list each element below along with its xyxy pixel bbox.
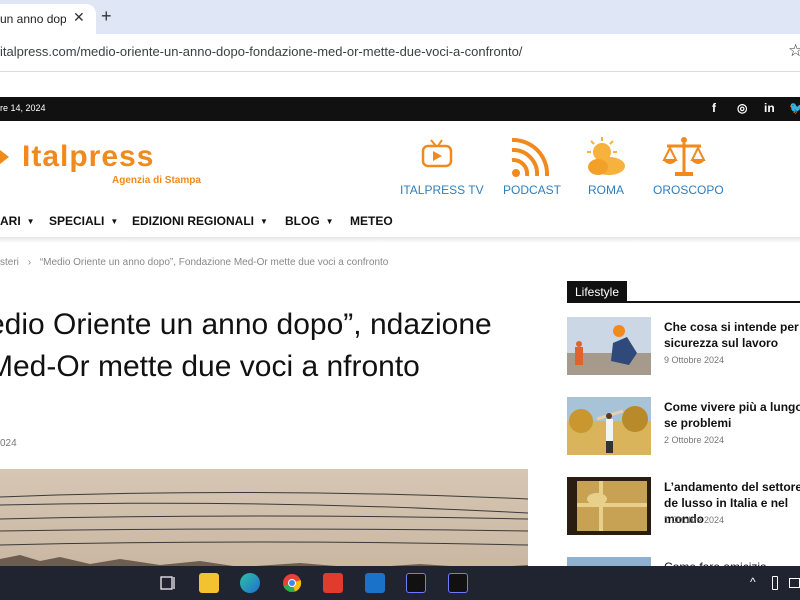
sidebar-item-title[interactable]: Che cosa si intende per sicurezza sul la… xyxy=(664,319,800,351)
header-link-oroscopo[interactable]: OROSCOPO xyxy=(653,183,724,197)
article-thumbnail[interactable] xyxy=(567,397,651,455)
close-icon[interactable]: ✕ xyxy=(73,9,85,26)
app-icon[interactable] xyxy=(323,573,343,593)
nav-item-label: EDIZIONI REGIONALI xyxy=(132,214,255,228)
nav-item-speciali[interactable]: SPECIALI ▼ xyxy=(49,214,118,228)
header-link-podcast[interactable]: PODCAST xyxy=(503,183,561,197)
browser-tab-bar: un anno dopo ✕ + xyxy=(0,0,800,34)
sidebar-item-date: 2 Ottobre 2024 xyxy=(664,435,725,445)
linkedin-icon[interactable]: in xyxy=(764,101,775,115)
url-text[interactable]: italpress.com/medio-oriente-un-anno-dopo… xyxy=(0,44,522,59)
sidebar-heading-label[interactable]: Lifestyle xyxy=(567,281,628,303)
article-title: edio Oriente un anno dopo”, ndazione Med… xyxy=(0,308,492,383)
app-icon[interactable] xyxy=(448,573,468,593)
bookmark-star-icon[interactable]: ☆ xyxy=(788,41,800,61)
tray-chevron-icon[interactable]: ^ xyxy=(750,575,756,589)
instagram-icon[interactable]: ◎ xyxy=(737,101,747,115)
chevron-down-icon: ▼ xyxy=(260,217,268,227)
breadcrumb-parent[interactable]: steri xyxy=(0,257,19,268)
chevron-down-icon: ▼ xyxy=(110,217,119,227)
nav-shadow xyxy=(0,237,800,243)
article-date: 024 xyxy=(0,438,17,449)
logo-arrow-icon xyxy=(0,150,9,164)
nav-item-label: ARI xyxy=(0,214,21,228)
windows-taskbar: ^ xyxy=(0,566,800,600)
file-explorer-icon[interactable] xyxy=(199,573,219,593)
top-date: re 14, 2024 xyxy=(0,103,46,113)
main-nav: ARI ▼ SPECIALI ▼ EDIZIONI REGIONALI ▼ BLOG ▼… xyxy=(0,207,800,237)
sidebar-heading: Lifestyle xyxy=(567,281,800,303)
outlook-icon[interactable] xyxy=(365,573,385,593)
article-thumbnail[interactable] xyxy=(567,477,651,535)
weather-icon[interactable] xyxy=(575,136,635,183)
sidebar-item-date: 1 Ottobre 2024 xyxy=(664,515,725,525)
chevron-down-icon: ▼ xyxy=(26,217,35,227)
chrome-icon[interactable] xyxy=(282,573,302,593)
article-hero-image xyxy=(0,469,528,570)
nav-item-meteo[interactable]: METEO xyxy=(350,214,393,228)
sidebar-item-title[interactable]: Come vivere più a lungo se problemi xyxy=(664,399,800,431)
site-top-bar: re 14, 2024 f ◎ in 🐦 xyxy=(0,97,800,121)
app-icon[interactable] xyxy=(406,573,426,593)
article-thumbnail[interactable] xyxy=(567,557,651,566)
nav-item-ari[interactable]: ARI ▼ xyxy=(0,214,35,228)
libra-icon[interactable] xyxy=(654,136,714,183)
task-view-icon[interactable] xyxy=(158,573,178,593)
site-logo[interactable]: Italpress xyxy=(22,140,154,174)
facebook-icon[interactable]: f xyxy=(712,101,716,115)
nav-item-blog[interactable]: BLOG ▼ xyxy=(285,214,334,228)
breadcrumb-separator: › xyxy=(27,257,32,268)
edge-icon[interactable] xyxy=(240,573,260,593)
breadcrumb: steri › “Medio Oriente un anno dopo”, Fo… xyxy=(0,257,388,268)
header-link-italpress-tv[interactable]: ITALPRESS TV xyxy=(400,183,484,197)
network-icon[interactable] xyxy=(789,578,800,588)
podcast-icon[interactable] xyxy=(499,136,559,183)
nav-item-label: SPECIALI xyxy=(49,214,105,228)
nav-item-label: METEO xyxy=(350,214,393,228)
article-thumbnail[interactable] xyxy=(567,317,651,375)
tv-icon[interactable] xyxy=(407,136,467,177)
breadcrumb-current: “Medio Oriente un anno dopo”, Fondazione… xyxy=(39,257,389,268)
twitter-icon[interactable]: 🐦 xyxy=(789,101,800,115)
chevron-down-icon: ▼ xyxy=(325,217,334,227)
nav-item-label: BLOG xyxy=(285,214,320,228)
tab-title: un anno dopo xyxy=(0,12,66,26)
battery-icon[interactable] xyxy=(772,576,778,590)
sidebar-item-date: 9 Ottobre 2024 xyxy=(664,355,725,365)
logo-tagline: Agenzia di Stampa xyxy=(112,175,201,186)
nav-item-edizioni-regionali[interactable]: EDIZIONI REGIONALI ▼ xyxy=(132,214,268,228)
new-tab-button[interactable]: + xyxy=(101,6,112,27)
header-link-roma[interactable]: ROMA xyxy=(588,183,624,197)
address-bar[interactable]: italpress.com/medio-oriente-un-anno-dopo… xyxy=(0,34,800,72)
browser-tab[interactable]: un anno dopo ✕ xyxy=(0,4,96,34)
